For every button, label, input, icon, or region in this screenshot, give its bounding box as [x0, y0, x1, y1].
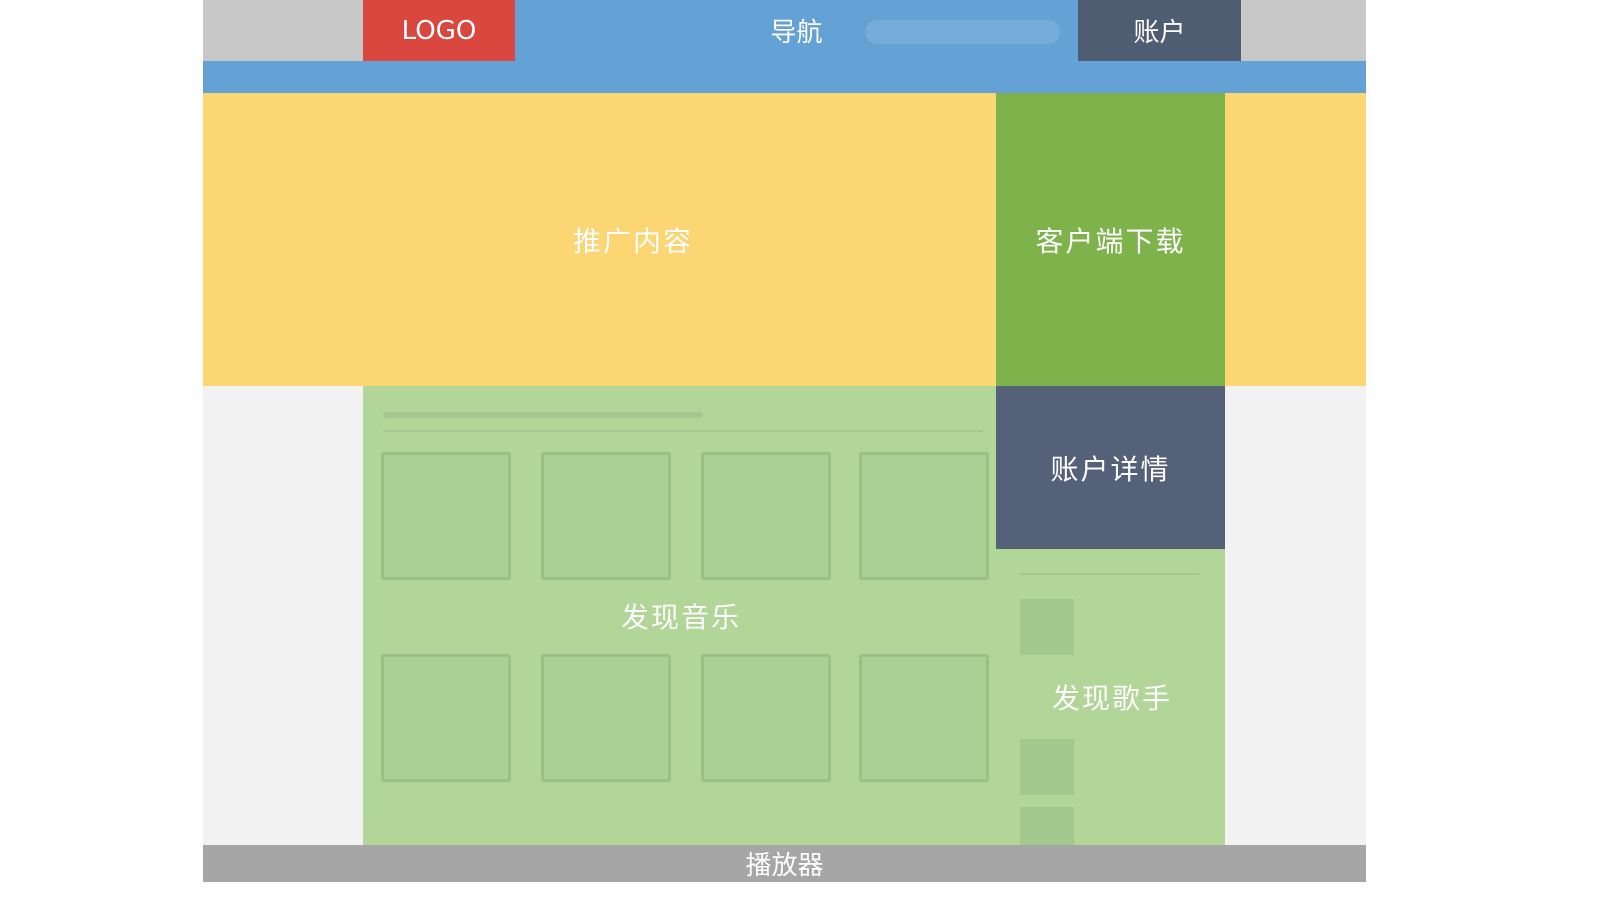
account-block[interactable]: 账户	[1078, 0, 1241, 61]
ghost-avatar	[1020, 599, 1074, 655]
logo-block[interactable]: LOGO	[363, 0, 515, 61]
ghost-card	[541, 654, 671, 782]
promo-label: 推广内容	[573, 224, 694, 258]
ghost-line	[1020, 573, 1200, 575]
promo-block[interactable]: 推广内容	[203, 93, 996, 386]
ghost-card	[541, 452, 671, 580]
ghost-heading-line	[383, 412, 703, 418]
download-label: 客户端下载	[1035, 224, 1186, 258]
download-block[interactable]: 客户端下载	[996, 93, 1225, 386]
account-label: 账户	[1133, 18, 1186, 48]
ghost-card	[859, 452, 989, 580]
ghost-card	[381, 452, 511, 580]
ghost-card	[859, 654, 989, 782]
header-left-margin	[203, 0, 363, 61]
logo-label: LOGO	[401, 15, 477, 46]
layout-diagram: LOGO 导航 账户 推广内容 客户端下载 发现音乐 账户详情 发现歌手 播放器	[0, 0, 1600, 900]
ghost-avatar	[1020, 739, 1074, 795]
nav-bar-strip	[203, 61, 1366, 93]
discover-singer-block[interactable]: 发现歌手	[996, 549, 1225, 845]
account-detail-block[interactable]: 账户详情	[996, 386, 1225, 549]
ghost-card	[701, 452, 831, 580]
discover-singer-label: 发现歌手	[1052, 682, 1173, 715]
main-right-margin	[1225, 386, 1366, 845]
header-right-margin	[1241, 0, 1366, 61]
ghost-divider	[383, 430, 983, 432]
ghost-card	[381, 654, 511, 782]
nav-label: 导航	[770, 18, 823, 48]
player-block[interactable]: 播放器	[203, 845, 1366, 882]
main-left-margin	[203, 386, 363, 845]
banner-right-margin	[1225, 93, 1366, 386]
discover-music-block[interactable]: 发现音乐	[363, 386, 996, 845]
ghost-card	[701, 654, 831, 782]
nav-block[interactable]: 导航	[515, 0, 1078, 61]
nav-search-ghost	[865, 20, 1060, 44]
player-label: 播放器	[745, 851, 824, 881]
account-detail-label: 账户详情	[1050, 452, 1171, 486]
discover-music-label: 发现音乐	[621, 601, 742, 634]
ghost-avatar	[1020, 807, 1074, 845]
